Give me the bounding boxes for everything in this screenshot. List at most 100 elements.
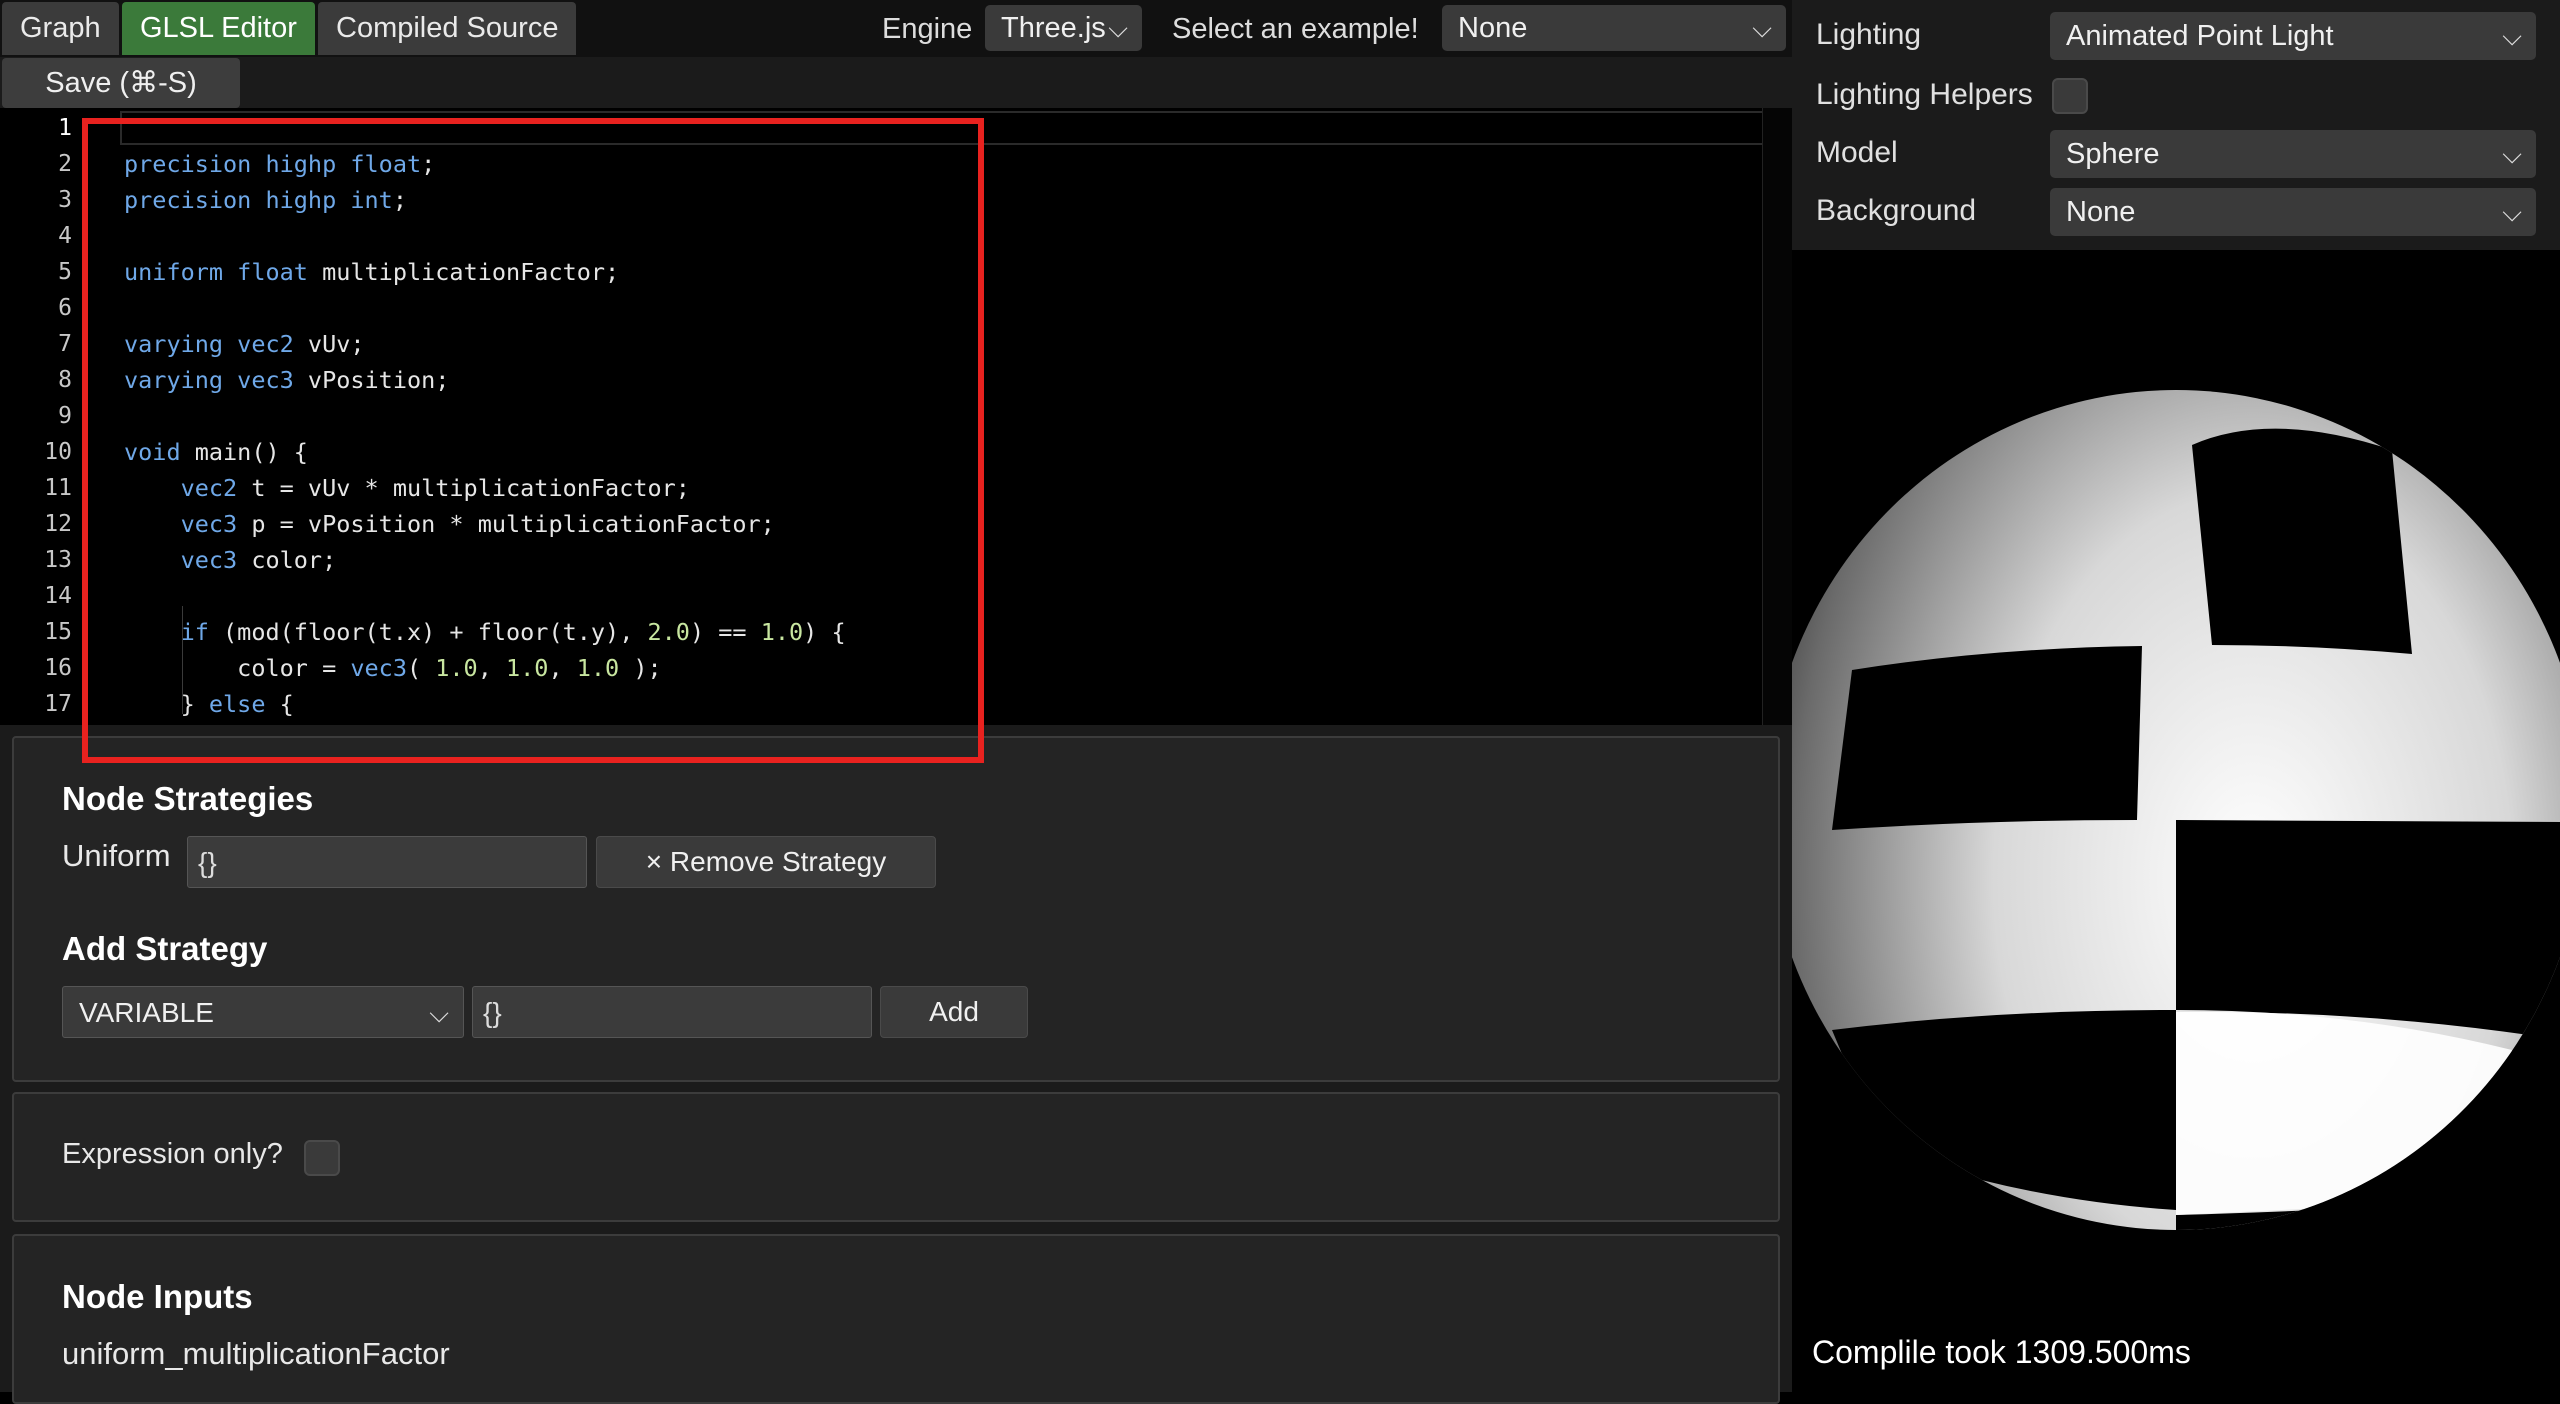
chevron-down-icon: ⌵ [1108,13,1128,43]
compile-status: Complile took 1309.500ms [1812,1334,2191,1370]
render-preview[interactable] [1792,250,2560,1392]
preview-pane: Lighting Animated Point Light ⌵ Lighting… [1792,0,2560,1392]
background-select-value: None [2066,196,2136,228]
background-select[interactable]: None ⌵ [2050,188,2536,236]
model-select[interactable]: Sphere ⌵ [2050,130,2536,178]
tab-compiled-source[interactable]: Compiled Source [318,2,577,55]
line-number: 2 [58,151,72,177]
code-content[interactable]: precision highp float; precision highp in… [124,108,1772,725]
node-inputs-heading: Node Inputs [62,1278,253,1315]
code-line: uniform float multiplicationFactor; [124,254,619,290]
node-strategies-heading: Node Strategies [62,780,314,817]
code-text: } [124,690,209,718]
left-pane: Graph GLSL Editor Compiled Source Engine… [0,0,1792,1404]
code-text: ) { [803,618,846,646]
add-strategy-button[interactable]: Add [880,986,1028,1038]
code-text: (mod(floor(t.x) + floor(t.y), [208,618,648,646]
engine-label: Engine [882,13,973,45]
line-number: 10 [44,439,72,465]
expression-only-label: Expression only? [62,1138,283,1170]
code-text: color; [237,546,337,574]
code-keyword: uniform float [124,258,308,286]
chevron-down-icon: ⌵ [2502,139,2522,169]
editor-scrollbar[interactable] [1762,108,1792,725]
code-line: if (mod(floor(t.x) + floor(t.y), 2.0) ==… [124,614,846,650]
code-keyword: void [124,438,181,466]
code-keyword: varying vec2 [124,330,294,358]
line-number: 11 [44,475,72,501]
save-button[interactable]: Save (⌘-S) [2,58,240,108]
code-line: varying vec3 vPosition; [124,362,449,398]
code-number: 1.0 [760,618,804,646]
lighting-label: Lighting [1816,18,1922,51]
chevron-down-icon: ⌵ [2502,21,2522,51]
line-number: 6 [58,295,72,321]
code-line: varying vec2 vUv; [124,326,365,362]
code-keyword: precision highp float [124,150,422,178]
code-text: vPosition; [293,366,450,394]
line-number: 3 [58,187,72,213]
code-line: vec3 color; [124,542,337,578]
chevron-down-icon: ⌵ [2502,197,2522,227]
model-select-value: Sphere [2066,138,2160,170]
chevron-down-icon: ⌵ [429,998,449,1028]
example-select-value: None [1458,12,1528,44]
code-keyword: varying vec3 [124,366,294,394]
line-number: 4 [58,223,72,249]
indent-guide [182,606,183,714]
tab-graph[interactable]: Graph [2,2,119,55]
line-number: 15 [44,619,72,645]
code-keyword: vec3 [180,546,238,574]
code-text: ) == [689,618,761,646]
code-line: vec2 t = vUv * multiplicationFactor; [124,470,690,506]
code-line: precision highp float; [124,146,435,182]
code-line: color = vec3( 1.0, 1.0, 1.0 ); [124,650,662,686]
lighting-helpers-label: Lighting Helpers [1816,78,2033,111]
strategy-type-select[interactable]: VARIABLE ⌵ [62,986,464,1038]
lighting-select[interactable]: Animated Point Light ⌵ [2050,12,2536,60]
tab-glsl-editor[interactable]: GLSL Editor [122,2,315,55]
lighting-helpers-checkbox[interactable] [2052,78,2088,114]
code-line: void main() { [124,434,308,470]
code-keyword: vec3 [180,510,238,538]
tab-bar: Graph GLSL Editor Compiled Source Engine… [0,0,1792,57]
strategy-config-field[interactable]: {} [472,986,872,1038]
background-label: Background [1816,194,1977,227]
strategy-type-value: VARIABLE [79,997,214,1028]
line-number-gutter: 1 2 3 4 5 6 7 8 9 10 11 12 13 14 15 16 17 [0,108,90,725]
chevron-down-icon: ⌵ [1752,13,1772,43]
code-text: multiplicationFactor; [307,258,620,286]
code-text: ; [392,186,407,214]
checkered-sphere-render [1792,250,2560,1230]
line-number: 14 [44,583,72,609]
strategy-name: Uniform [62,838,171,873]
remove-strategy-button[interactable]: × Remove Strategy [596,836,936,888]
line-number: 1 [58,115,72,141]
code-number: 1.0 [435,654,478,682]
code-text: color = [124,654,351,682]
engine-select[interactable]: Three.js ⌵ [985,5,1142,51]
expression-only-checkbox[interactable] [304,1140,340,1176]
strategies-panel: Node Strategies Uniform {} × Remove Stra… [12,736,1780,1082]
code-text: , [548,654,577,682]
code-number: 2.0 [647,618,690,646]
lighting-select-value: Animated Point Light [2066,20,2334,52]
code-line: } else { [124,686,294,722]
node-inputs-panel: Node Inputs uniform_multiplicationFactor [12,1234,1780,1404]
line-number: 5 [58,259,72,285]
example-label: Select an example! [1172,13,1419,45]
code-line: vec3 p = vPosition * multiplicationFacto… [124,506,775,542]
line-number: 16 [44,655,72,681]
line-number: 7 [58,331,72,357]
code-number: 1.0 [576,654,620,682]
example-select[interactable]: None ⌵ [1442,5,1786,51]
strategy-config-input[interactable]: {} [187,836,587,888]
add-strategy-heading: Add Strategy [62,930,268,967]
code-editor[interactable]: 1 2 3 4 5 6 7 8 9 10 11 12 13 14 15 16 17 precision high… [0,108,1792,725]
code-keyword: vec2 [180,474,238,502]
code-text: { [265,690,294,718]
